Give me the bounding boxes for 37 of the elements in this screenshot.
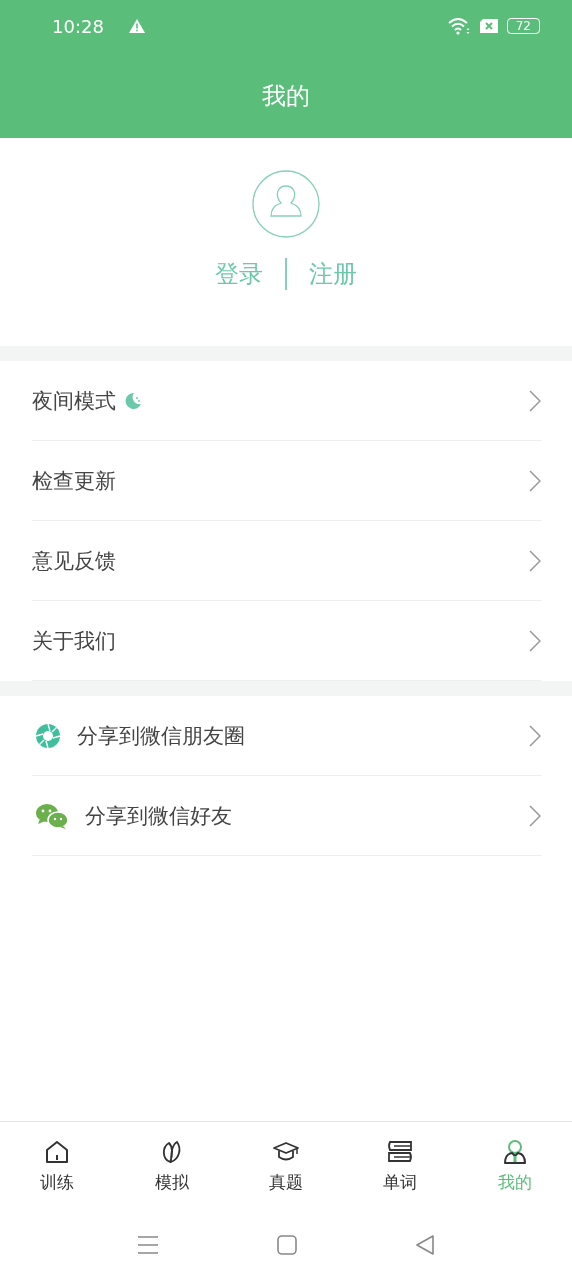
tab[interactable]: 单词	[343, 1122, 458, 1210]
menu-item[interactable]: 检查更新	[32, 441, 541, 521]
person-icon	[501, 1138, 528, 1165]
chevron-right-icon	[529, 549, 541, 572]
chevron-right-icon	[529, 469, 541, 492]
menu-label: 意见反馈	[32, 547, 116, 575]
menu-item[interactable]: 分享到微信朋友圈	[32, 696, 541, 776]
tab[interactable]: 真题	[228, 1122, 344, 1210]
books-icon	[386, 1138, 415, 1165]
menu-item[interactable]: 意见反馈	[32, 521, 541, 601]
avatar-icon[interactable]	[252, 170, 320, 238]
home-button-icon[interactable]	[277, 1235, 297, 1255]
tab[interactable]: 训练	[0, 1122, 115, 1210]
aperture-icon	[35, 722, 61, 749]
tab[interactable]: 模拟	[114, 1122, 229, 1210]
warning-icon	[127, 18, 146, 34]
status-time: 10:28	[52, 15, 104, 37]
chevron-right-icon	[529, 629, 541, 652]
menu-label: 分享到微信朋友圈	[77, 722, 245, 750]
sim-card-icon	[478, 18, 499, 34]
moon-icon	[124, 391, 142, 410]
menu-label: 夜间模式	[32, 387, 116, 415]
menu-item[interactable]: 分享到微信好友	[32, 776, 541, 856]
chevron-right-icon	[529, 389, 541, 412]
menu-label: 关于我们	[32, 627, 116, 655]
page-title: 我的	[261, 81, 311, 112]
menu-item[interactable]: 夜间模式	[32, 361, 541, 441]
chat-bubbles-icon	[35, 801, 69, 830]
menu-label: 分享到微信好友	[85, 802, 232, 830]
menu-label: 检查更新	[32, 467, 116, 495]
menu-icon[interactable]	[137, 1235, 159, 1255]
home-icon	[44, 1138, 71, 1165]
back-icon[interactable]	[415, 1235, 435, 1255]
chevron-right-icon	[529, 804, 541, 827]
wifi-icon	[446, 17, 471, 35]
battery-indicator: 72	[506, 18, 540, 34]
chevron-right-icon	[529, 724, 541, 747]
